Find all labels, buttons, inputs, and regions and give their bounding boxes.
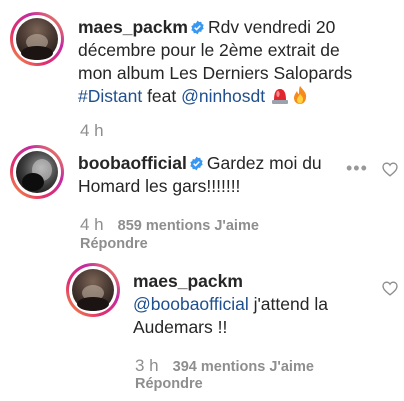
timestamp[interactable]: 4 h <box>80 121 104 140</box>
siren-emoji <box>271 89 288 104</box>
timestamp[interactable]: 3 h <box>135 356 159 375</box>
mention-link[interactable]: @ninhosdt <box>181 86 265 106</box>
heart-outline-icon[interactable] <box>382 281 398 296</box>
verified-badge-icon <box>191 20 204 35</box>
comment-meta: 4 h <box>80 121 118 141</box>
caption-text-2: feat <box>142 86 182 106</box>
comment-text: maes_packm Rdv vendredi 20 décembre pour … <box>78 16 378 108</box>
likes-count[interactable]: 394 mentions J'aime <box>173 359 314 375</box>
likes-count[interactable]: 859 mentions J'aime <box>118 218 259 234</box>
heart-outline-icon[interactable] <box>382 162 398 177</box>
username[interactable]: maes_packm <box>78 17 188 37</box>
reply-button[interactable]: Répondre <box>135 376 203 392</box>
comment-meta: 4 h 859 mentions J'aime <box>80 215 259 235</box>
comment-text: maes_packm @boobaofficial j'attend la Aud… <box>133 270 353 339</box>
ellipsis-icon[interactable]: ••• <box>346 158 368 179</box>
fire-emoji <box>293 86 307 104</box>
avatar[interactable] <box>10 145 64 199</box>
timestamp[interactable]: 4 h <box>80 215 104 234</box>
verified-badge-icon <box>190 156 203 171</box>
username[interactable]: maes_packm <box>133 271 243 291</box>
avatar[interactable] <box>10 12 64 66</box>
hashtag-link[interactable]: #Distant <box>78 86 142 106</box>
avatar[interactable] <box>66 263 120 317</box>
mention-link[interactable]: @boobaofficial <box>133 294 249 314</box>
comment-text: boobaofficial Gardez moi du Homard les ga… <box>78 152 340 198</box>
comment-meta: 3 h 394 mentions J'aime <box>135 356 314 376</box>
reply-button[interactable]: Répondre <box>80 236 148 252</box>
username[interactable]: boobaofficial <box>78 153 187 173</box>
